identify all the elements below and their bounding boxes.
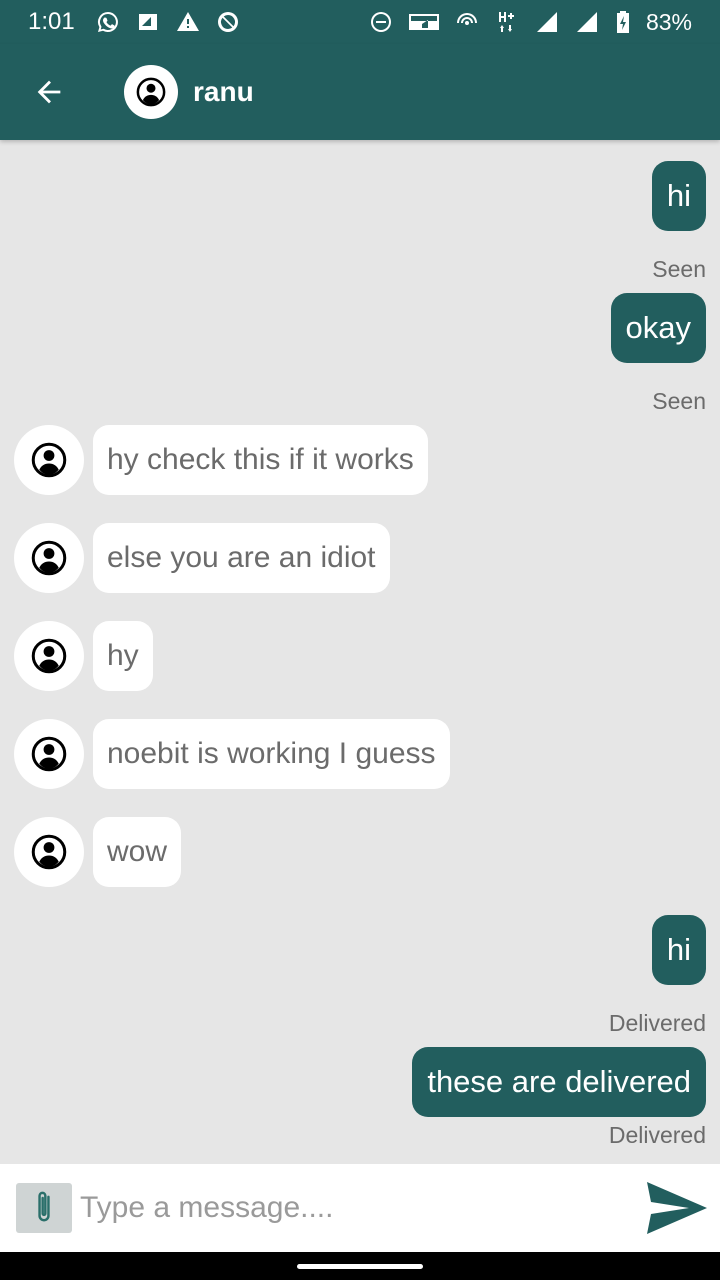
message-bubble[interactable]: else you are an idiot: [93, 523, 390, 593]
message-bubble[interactable]: these are delivered: [412, 1047, 706, 1117]
message-bubble[interactable]: hy: [93, 621, 153, 691]
warning-icon: [175, 9, 201, 35]
volte-icon: [408, 9, 440, 35]
signal-icon: [534, 9, 560, 35]
sim-icon: [135, 9, 161, 35]
message-bubble[interactable]: hi: [651, 161, 706, 231]
system-navigation-bar: [0, 1252, 720, 1280]
message-bubble[interactable]: hi: [651, 915, 706, 985]
message-bubble[interactable]: okay: [610, 293, 706, 363]
person-icon: [31, 736, 67, 772]
person-icon: [31, 834, 67, 870]
message-bubble[interactable]: noebit is working I guess: [93, 719, 450, 789]
status-time: 1:01: [28, 8, 75, 35]
status-bar: 1:01 83%: [0, 0, 720, 44]
sender-avatar[interactable]: [14, 523, 84, 593]
network-hplus-icon: [494, 9, 520, 35]
signal-icon: [574, 9, 600, 35]
sender-avatar[interactable]: [14, 621, 84, 691]
send-icon: [647, 1182, 707, 1234]
message-status: Delivered: [608, 1122, 706, 1148]
sender-avatar[interactable]: [14, 719, 84, 789]
person-icon: [31, 638, 67, 674]
chat-header: ranu: [0, 44, 720, 140]
back-button[interactable]: [21, 64, 77, 120]
person-icon: [31, 442, 67, 478]
whatsapp-icon: [95, 9, 121, 35]
system-icons: 83%: [368, 9, 692, 36]
person-icon: [31, 540, 67, 576]
send-button[interactable]: [644, 1178, 710, 1238]
message-status: Seen: [652, 256, 706, 282]
paperclip-icon: [38, 1191, 50, 1222]
message-status: Seen: [652, 388, 706, 414]
message-bubble[interactable]: wow: [93, 817, 182, 887]
sender-avatar[interactable]: [14, 425, 84, 495]
person-icon: [136, 77, 166, 107]
message-list[interactable]: hi Seen okay Seen hy check this if it wo…: [0, 140, 720, 1164]
do-not-disturb-icon: [368, 9, 394, 35]
message-status: Delivered: [608, 1010, 706, 1036]
contact-name[interactable]: ranu: [193, 76, 254, 108]
message-input[interactable]: [80, 1178, 620, 1238]
blocked-icon: [215, 9, 241, 35]
sender-avatar[interactable]: [14, 817, 84, 887]
arrow-back-icon: [37, 80, 61, 104]
contact-avatar[interactable]: [124, 65, 178, 119]
message-composer: [0, 1164, 720, 1252]
attach-button[interactable]: [16, 1183, 72, 1233]
battery-charging-icon: [614, 9, 632, 35]
notification-icons: [95, 9, 241, 35]
battery-percentage: 83%: [645, 8, 692, 35]
hotspot-icon: [454, 9, 480, 35]
message-bubble[interactable]: hy check this if it works: [93, 425, 428, 495]
home-gesture-handle[interactable]: [297, 1263, 423, 1269]
